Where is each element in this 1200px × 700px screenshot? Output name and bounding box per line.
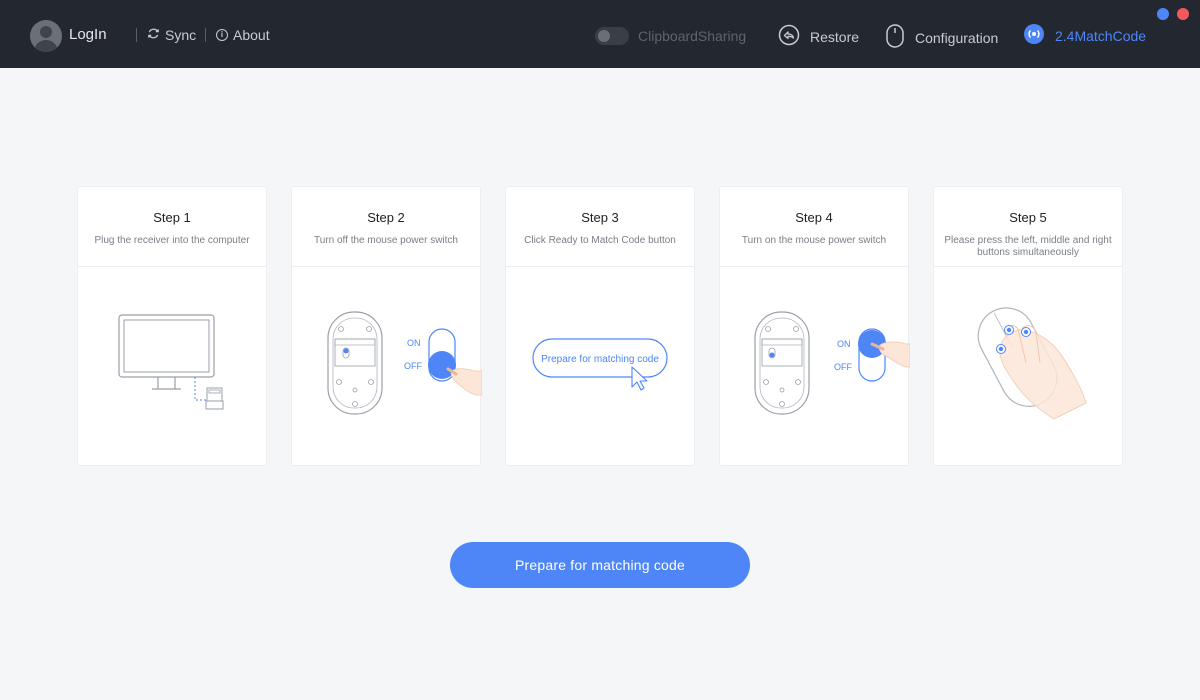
- configuration-label: Configuration: [915, 29, 999, 46]
- step-title: Step 2: [367, 210, 405, 225]
- sync-label: Sync: [165, 27, 197, 43]
- step-title: Step 3: [581, 210, 619, 225]
- restore-icon: [778, 24, 800, 49]
- restore-label: Restore: [810, 28, 860, 45]
- step-card-4: Step 4 Turn on the mouse power switch ON…: [719, 186, 910, 466]
- step-description: Plug the receiver into the computer: [94, 235, 250, 246]
- login-link[interactable]: LogIn: [69, 26, 107, 43]
- restore-button[interactable]: Restore: [778, 24, 859, 49]
- on-label: ON: [407, 338, 421, 348]
- minimize-button[interactable]: [1157, 8, 1169, 20]
- illustration-button-label: Prepare for matching code: [541, 354, 659, 365]
- close-button[interactable]: [1177, 8, 1189, 20]
- step-description: Turn on the mouse power switch: [741, 235, 887, 246]
- avatar[interactable]: [30, 20, 62, 52]
- configuration-button[interactable]: Configuration: [885, 24, 998, 51]
- wireless-icon: [1024, 24, 1044, 47]
- step-title: Step 4: [795, 210, 833, 225]
- about-button[interactable]: i About: [216, 27, 270, 43]
- step-title: Step 5: [1009, 210, 1047, 225]
- off-label: OFF: [834, 362, 852, 372]
- match-code-button[interactable]: 2.4MatchCode: [1024, 24, 1146, 47]
- match-code-label: 2.4MatchCode: [1055, 27, 1147, 44]
- press-buttons-illustration: [934, 267, 1122, 465]
- step-description: Click Ready to Match Code button: [524, 235, 676, 246]
- computer-illustration: [78, 267, 266, 465]
- mouse-icon: [885, 24, 905, 51]
- top-bar: LogIn Sync i About ClipboardSharing Rest…: [0, 0, 1200, 68]
- on-label: ON: [837, 339, 851, 349]
- step-description: Please press the left, middle and right …: [944, 235, 1112, 258]
- prepare-matching-code-button[interactable]: Prepare for matching code: [450, 542, 750, 588]
- clipboard-sharing-toggle[interactable]: [595, 27, 629, 45]
- mouse-switch-on-illustration: ON OFF: [720, 267, 910, 465]
- refresh-icon: [147, 27, 160, 43]
- step-title: Step 1: [153, 210, 191, 225]
- off-label: OFF: [404, 361, 422, 371]
- mouse-switch-off-illustration: ON OFF: [292, 267, 482, 465]
- info-icon: i: [216, 29, 228, 41]
- step-card-2: Step 2 Turn off the mouse power switch O…: [291, 186, 482, 466]
- sync-button[interactable]: Sync: [147, 27, 196, 43]
- clipboard-sharing-label: ClipboardSharing: [638, 28, 747, 44]
- click-button-illustration: Prepare for matching code: [506, 267, 694, 465]
- step-card-5: Step 5 Please press the left, middle and…: [933, 186, 1123, 466]
- divider: [205, 28, 206, 42]
- about-label: About: [233, 27, 270, 43]
- step-card-1: Step 1 Plug the receiver into the comput…: [77, 186, 267, 466]
- divider: [136, 28, 137, 42]
- step-card-3: Step 3 Click Ready to Match Code button …: [505, 186, 695, 466]
- step-description: Turn off the mouse power switch: [314, 235, 458, 246]
